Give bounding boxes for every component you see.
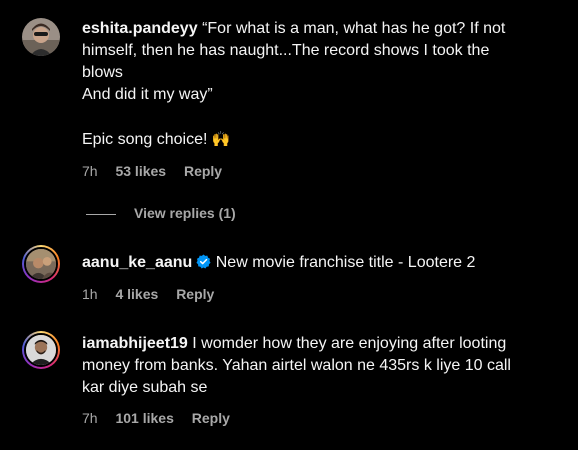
comment-username[interactable]: eshita.pandeyy <box>82 20 198 37</box>
comment-username[interactable]: iamabhijeet19 <box>82 335 188 352</box>
comment-time: 7h <box>82 163 98 179</box>
avatar[interactable] <box>22 18 60 56</box>
likes-count[interactable]: 53 likes <box>115 163 166 179</box>
likes-count[interactable]: 101 likes <box>115 410 173 426</box>
comment-text-line: I womder how they are enjoying after loo… <box>192 335 507 352</box>
view-replies-label: View replies (1) <box>134 205 236 221</box>
likes-count[interactable]: 4 likes <box>115 286 158 302</box>
comment-text-line: And did it my way” <box>82 86 213 103</box>
divider-line <box>86 213 116 215</box>
comment-meta: 1h 4 likes Reply <box>82 285 228 303</box>
comment-text: New movie franchise title - Lootere 2 <box>215 254 476 271</box>
comment-text-line: blows <box>82 64 123 81</box>
comment-time: 7h <box>82 410 98 426</box>
comment-body: aanu_ke_aanu New movie franchise title -… <box>82 252 562 274</box>
comment-text-line: himself, then he has naught...The record… <box>82 42 490 59</box>
view-replies-button[interactable]: View replies (1) <box>86 203 236 223</box>
verified-badge-icon <box>196 254 211 269</box>
comment-meta: 7h 53 likes Reply <box>82 162 236 180</box>
avatar-photo-icon <box>22 18 60 56</box>
comment-time: 1h <box>82 286 98 302</box>
raised-hands-emoji-icon: 🙌 <box>211 130 231 148</box>
avatar[interactable] <box>22 245 60 283</box>
comment-body: iamabhijeet19 I womder how they are enjo… <box>82 333 562 399</box>
reply-button[interactable]: Reply <box>192 410 230 426</box>
avatar[interactable] <box>22 331 60 369</box>
reply-button[interactable]: Reply <box>184 163 222 179</box>
comment-text-line: kar diye subah se <box>82 379 208 396</box>
avatar-photo-icon <box>26 249 56 279</box>
comment-text-line: “For what is a man, what has he got? If … <box>202 20 506 37</box>
comment-text-line: Epic song choice! <box>82 131 208 148</box>
comment-username[interactable]: aanu_ke_aanu <box>82 254 192 271</box>
avatar-photo-icon <box>26 335 56 365</box>
comment-body: eshita.pandeyy “For what is a man, what … <box>82 18 562 151</box>
reply-button[interactable]: Reply <box>176 286 214 302</box>
comment-text-line: money from banks. Yahan airtel walon ne … <box>82 357 511 374</box>
comment-text-line <box>82 106 562 128</box>
comment-meta: 7h 101 likes Reply <box>82 409 244 427</box>
